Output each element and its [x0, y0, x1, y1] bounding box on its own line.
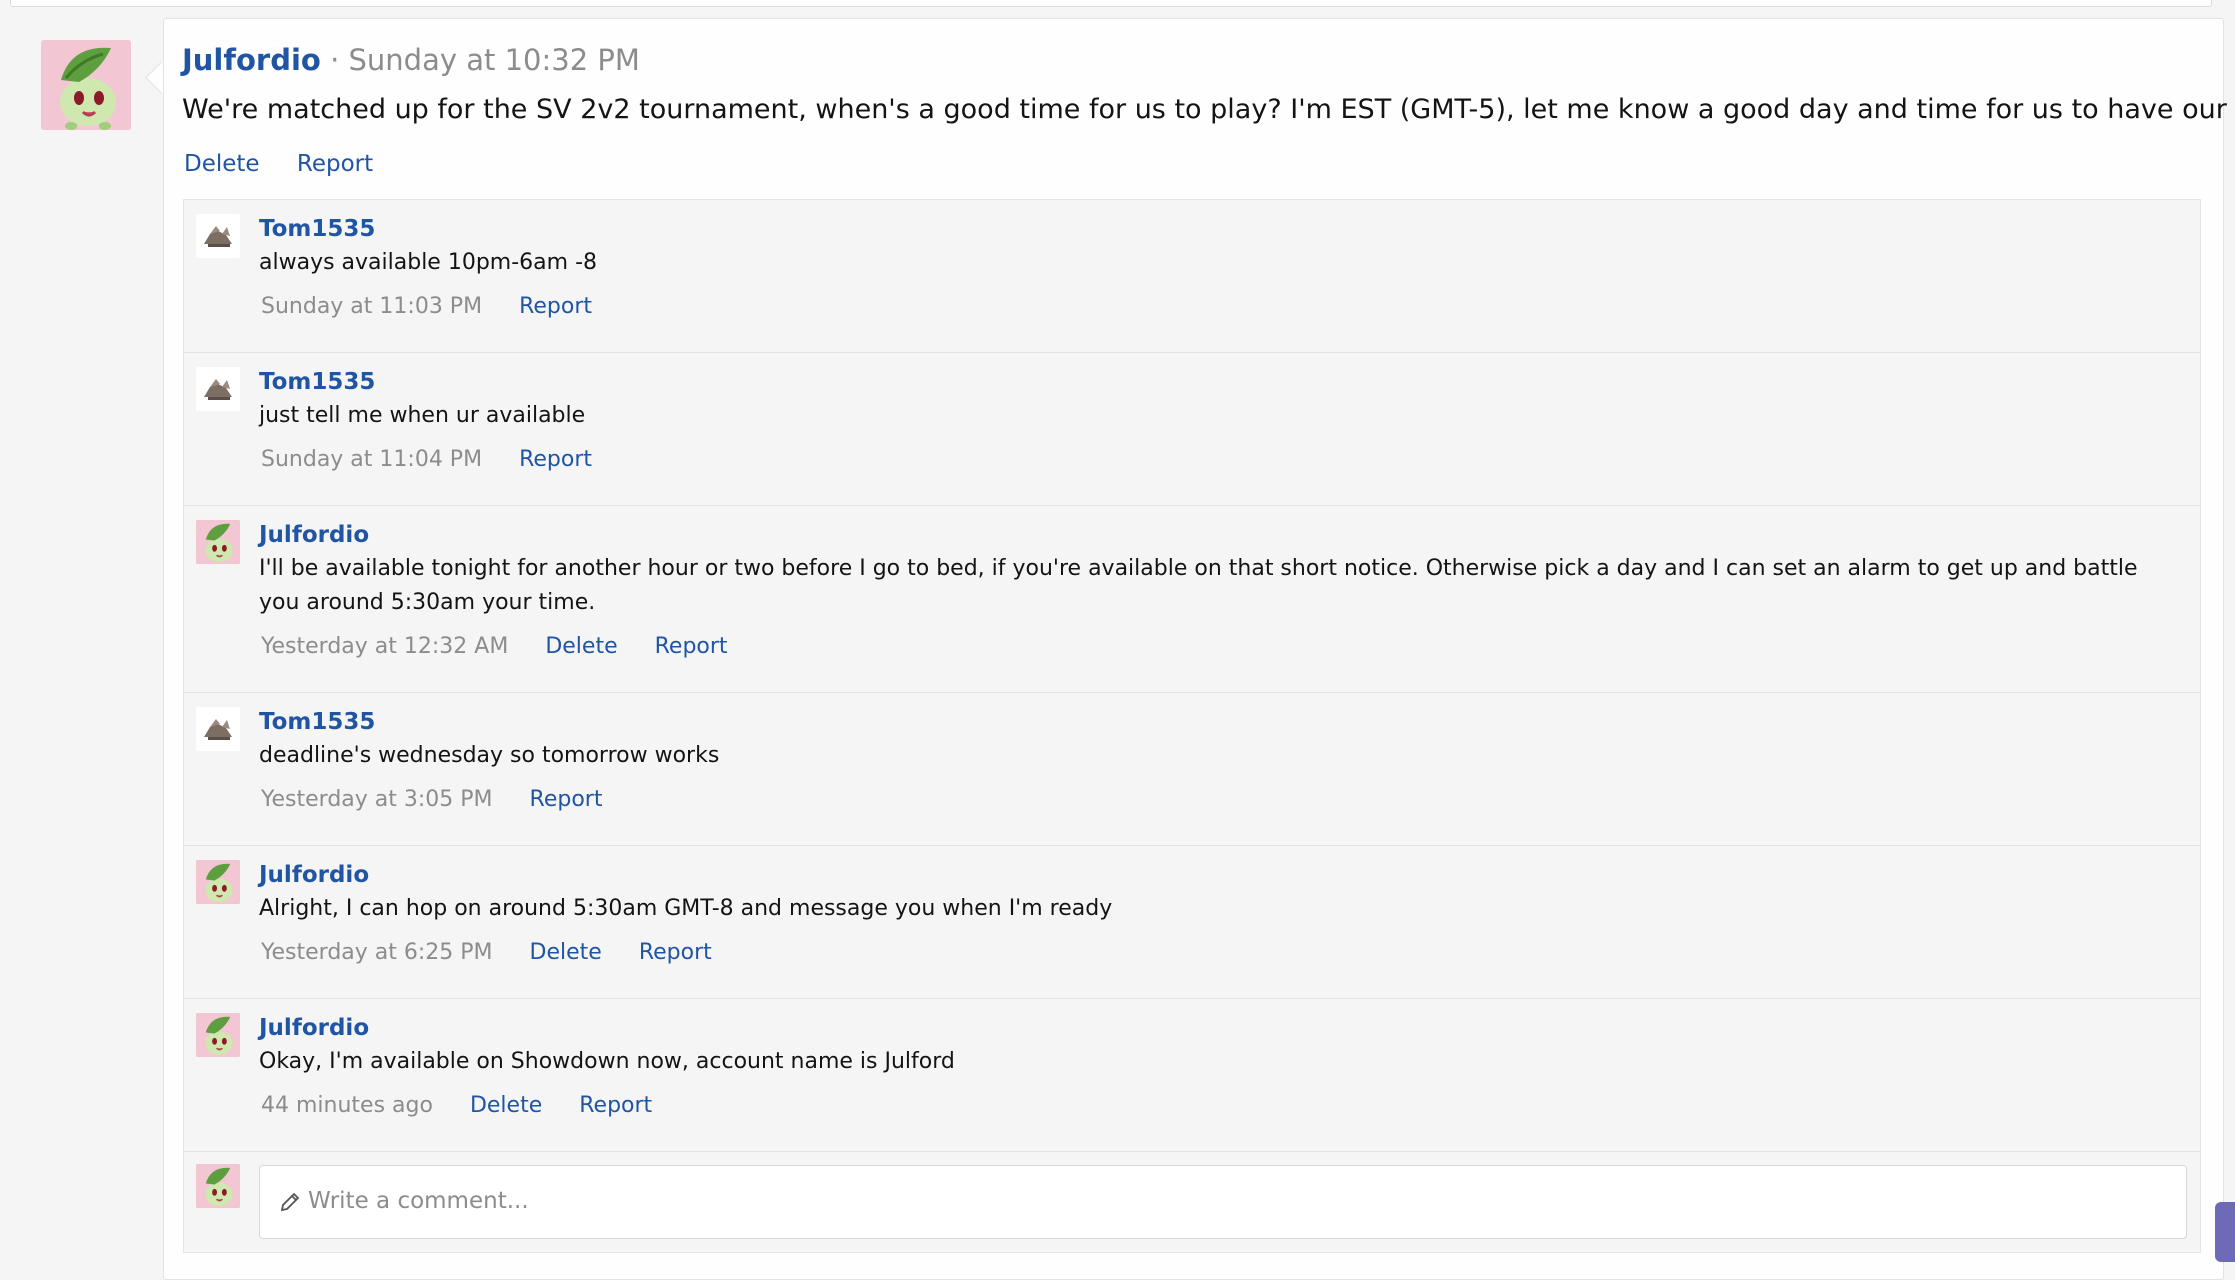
comment-item: Tom1535 always available 10pm-6am -8 Sun…	[184, 200, 2200, 353]
comment-meta: 44 minutes ago Delete Report	[261, 1093, 2160, 1118]
comment-body: Julfordio Okay, I'm available on Showdow…	[259, 1013, 2160, 1118]
comment-text: Alright, I can hop on around 5:30am GMT-…	[259, 896, 1113, 921]
leaf-creature-avatar-icon	[196, 1013, 240, 1057]
comment-text: deadline's wednesday so tomorrow works	[259, 743, 720, 768]
comment-body: Julfordio I'll be available tonight for …	[259, 520, 2160, 659]
previous-post-card-edge	[10, 0, 2212, 7]
post-body-text: We're matched up for the SV 2v2 tourname…	[182, 94, 2235, 125]
comment-item: Julfordio Alright, I can hop on around 5…	[184, 846, 2200, 999]
comment-form: Write a comment...	[184, 1152, 2200, 1252]
julfordio-avatar[interactable]	[41, 40, 131, 130]
post-timestamp[interactable]: Sunday at 10:32 PM	[349, 43, 640, 77]
comment-delete-link[interactable]: Delete	[470, 1093, 542, 1118]
comment-meta: Sunday at 11:03 PM Report	[261, 294, 2160, 319]
comment-timestamp[interactable]: 44 minutes ago	[261, 1093, 433, 1118]
header-separator: ·	[330, 43, 340, 77]
comment-meta: Yesterday at 12:32 AM Delete Report	[261, 634, 2160, 659]
rock-creature-avatar-icon	[196, 367, 240, 411]
comment-timestamp[interactable]: Yesterday at 6:25 PM	[261, 940, 493, 965]
comment-author-link[interactable]: Julfordio	[259, 1013, 2160, 1043]
tom1535-avatar[interactable]	[196, 367, 240, 411]
comment-body: Tom1535 deadline's wednesday so tomorrow…	[259, 707, 2160, 812]
comment-item: Tom1535 just tell me when ur available S…	[184, 353, 2200, 506]
comment-body: Tom1535 just tell me when ur available S…	[259, 367, 2160, 472]
comment-meta: Yesterday at 3:05 PM Report	[261, 787, 2160, 812]
comment-timestamp[interactable]: Yesterday at 12:32 AM	[261, 634, 508, 659]
profile-post: Julfordio · Sunday at 10:32 PM We're mat…	[0, 18, 2235, 1280]
comment-meta: Sunday at 11:04 PM Report	[261, 447, 2160, 472]
comment-body: Tom1535 always available 10pm-6am -8 Sun…	[259, 214, 2160, 319]
comment-text: I'll be available tonight for another ho…	[259, 556, 2138, 615]
comment-text: always available 10pm-6am -8	[259, 250, 598, 275]
comment-item: Tom1535 deadline's wednesday so tomorrow…	[184, 693, 2200, 846]
comment-delete-link[interactable]: Delete	[530, 940, 602, 965]
comment-author-link[interactable]: Tom1535	[259, 367, 2160, 397]
comment-text: just tell me when ur available	[259, 403, 586, 428]
comment-timestamp[interactable]: Yesterday at 3:05 PM	[261, 787, 493, 812]
julfordio-avatar[interactable]	[196, 1013, 240, 1057]
rock-creature-avatar-icon	[196, 214, 240, 258]
tom1535-avatar[interactable]	[196, 214, 240, 258]
comment-body: Julfordio Alright, I can hop on around 5…	[259, 860, 2160, 965]
leaf-creature-avatar-icon	[196, 520, 240, 564]
post-card: Julfordio · Sunday at 10:32 PM We're mat…	[163, 18, 2235, 1280]
leaf-creature-avatar-icon	[41, 40, 131, 130]
comment-report-link[interactable]: Report	[655, 634, 728, 659]
comment-author-link[interactable]: Tom1535	[259, 214, 2160, 244]
comment-report-link[interactable]: Report	[530, 787, 603, 812]
comment-report-link[interactable]: Report	[519, 447, 592, 472]
comments-list: Tom1535 always available 10pm-6am -8 Sun…	[183, 199, 2201, 1253]
comment-item: Julfordio I'll be available tonight for …	[184, 506, 2200, 693]
leaf-creature-avatar-icon	[196, 1164, 240, 1208]
comment-author-link[interactable]: Julfordio	[259, 860, 2160, 890]
post-author-link[interactable]: Julfordio	[182, 43, 321, 77]
rock-creature-avatar-icon	[196, 707, 240, 751]
post-report-link[interactable]: Report	[297, 151, 373, 177]
post-delete-link[interactable]: Delete	[184, 151, 260, 177]
comment-timestamp[interactable]: Sunday at 11:03 PM	[261, 294, 482, 319]
comment-meta: Yesterday at 6:25 PM Delete Report	[261, 940, 2160, 965]
comment-author-link[interactable]: Tom1535	[259, 707, 2160, 737]
julfordio-avatar[interactable]	[196, 860, 240, 904]
comment-text: Okay, I'm available on Showdown now, acc…	[259, 1049, 955, 1074]
comment-item: Julfordio Okay, I'm available on Showdow…	[184, 999, 2200, 1152]
comment-report-link[interactable]: Report	[579, 1093, 652, 1118]
tom1535-avatar[interactable]	[196, 707, 240, 751]
post-header: Julfordio · Sunday at 10:32 PM	[182, 43, 640, 77]
pencil-icon	[278, 1190, 302, 1220]
post-actions: Delete Report	[184, 151, 403, 177]
comment-author-link[interactable]: Julfordio	[259, 520, 2160, 550]
comment-delete-link[interactable]: Delete	[545, 634, 617, 659]
current-user-avatar	[196, 1164, 240, 1208]
comment-report-link[interactable]: Report	[519, 294, 592, 319]
comment-report-link[interactable]: Report	[639, 940, 712, 965]
julfordio-avatar[interactable]	[196, 520, 240, 564]
comment-input-placeholder: Write a comment...	[308, 1188, 529, 1214]
comment-input[interactable]: Write a comment...	[259, 1165, 2187, 1239]
comment-timestamp[interactable]: Sunday at 11:04 PM	[261, 447, 482, 472]
side-scroll-tab[interactable]	[2215, 1202, 2235, 1262]
leaf-creature-avatar-icon	[196, 860, 240, 904]
